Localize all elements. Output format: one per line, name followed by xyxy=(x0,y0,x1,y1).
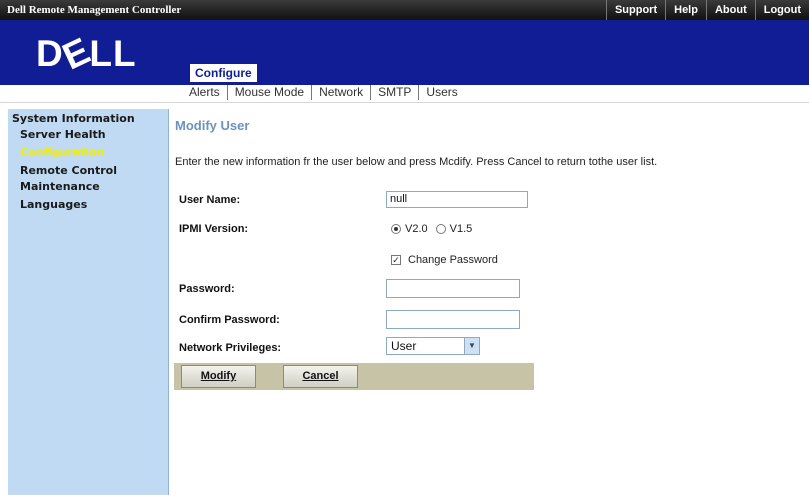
support-link[interactable]: Support xyxy=(605,0,665,20)
sidebar: System Information Server Health Configu… xyxy=(8,109,169,495)
page-title: Modify User xyxy=(175,118,250,133)
username-label: User Name: xyxy=(179,194,241,206)
change-password-label: Change Password xyxy=(408,254,498,266)
ipmi-v20-label: V2.0 xyxy=(405,223,428,235)
ipmi-v20-radio[interactable] xyxy=(391,224,401,234)
password-label: Password: xyxy=(179,283,235,295)
modify-button[interactable]: Modify xyxy=(181,365,256,388)
ipmi-v15-radio[interactable] xyxy=(435,224,446,234)
sidebar-item-configuration[interactable]: Configuration xyxy=(20,146,105,159)
change-password-checkbox[interactable]: ✓ xyxy=(391,255,401,265)
confirm-password-label: Confirm Password: xyxy=(179,314,280,326)
top-links: Support Help About Logout xyxy=(605,0,809,20)
chevron-down-icon[interactable]: ▼ xyxy=(464,338,479,354)
network-privileges-select[interactable]: User ▼ xyxy=(386,337,480,355)
username-input[interactable]: null xyxy=(386,191,528,208)
main-content: Modify User Enter the new information fr… xyxy=(170,109,809,495)
network-privileges-value: User xyxy=(391,339,417,353)
ipmi-v15-label: V1.5 xyxy=(449,223,473,235)
logout-link[interactable]: Logout xyxy=(754,0,809,20)
change-password-row: ✓ Change Password xyxy=(391,254,498,266)
instructions-text: Enter the new information fr the user be… xyxy=(175,156,658,168)
sidebar-item-server-health[interactable]: Server Health xyxy=(20,128,106,141)
subnav-users[interactable]: Users xyxy=(419,85,464,100)
confirm-password-input[interactable] xyxy=(386,310,520,329)
sidebar-item-system-information[interactable]: System Information xyxy=(12,112,135,125)
sidebar-item-maintenance[interactable]: Maintenance xyxy=(20,180,100,193)
ipmi-version-group: V2.0 V1.5 xyxy=(391,223,472,235)
password-input[interactable] xyxy=(386,279,520,298)
cancel-button[interactable]: Cancel xyxy=(283,365,358,388)
app-title: Dell Remote Management Controller xyxy=(7,4,182,16)
about-link[interactable]: About xyxy=(705,0,755,20)
ipmi-version-label: IPMI Version: xyxy=(179,223,249,235)
subnav-smtp[interactable]: SMTP xyxy=(371,85,420,100)
checkmark-icon: ✓ xyxy=(392,255,400,265)
top-bar: Dell Remote Management Controller Suppor… xyxy=(0,0,809,20)
button-bar: Modify Cancel xyxy=(174,363,534,390)
subnav-network[interactable]: Network xyxy=(312,85,372,100)
header-banner: DELL Configure xyxy=(0,20,809,85)
dell-logo: DELL xyxy=(36,29,137,78)
network-privileges-label: Network Privileges: xyxy=(179,342,282,354)
tab-configure[interactable]: Configure xyxy=(190,64,257,82)
subnav-mouse-mode[interactable]: Mouse Mode xyxy=(228,85,313,100)
subnav-alerts[interactable]: Alerts xyxy=(189,85,228,100)
sub-navigation: Alerts Mouse Mode Network SMTP Users xyxy=(0,85,809,103)
sidebar-item-remote-control[interactable]: Remote Control xyxy=(20,164,117,177)
help-link[interactable]: Help xyxy=(665,0,706,20)
sidebar-item-languages[interactable]: Languages xyxy=(20,198,87,211)
